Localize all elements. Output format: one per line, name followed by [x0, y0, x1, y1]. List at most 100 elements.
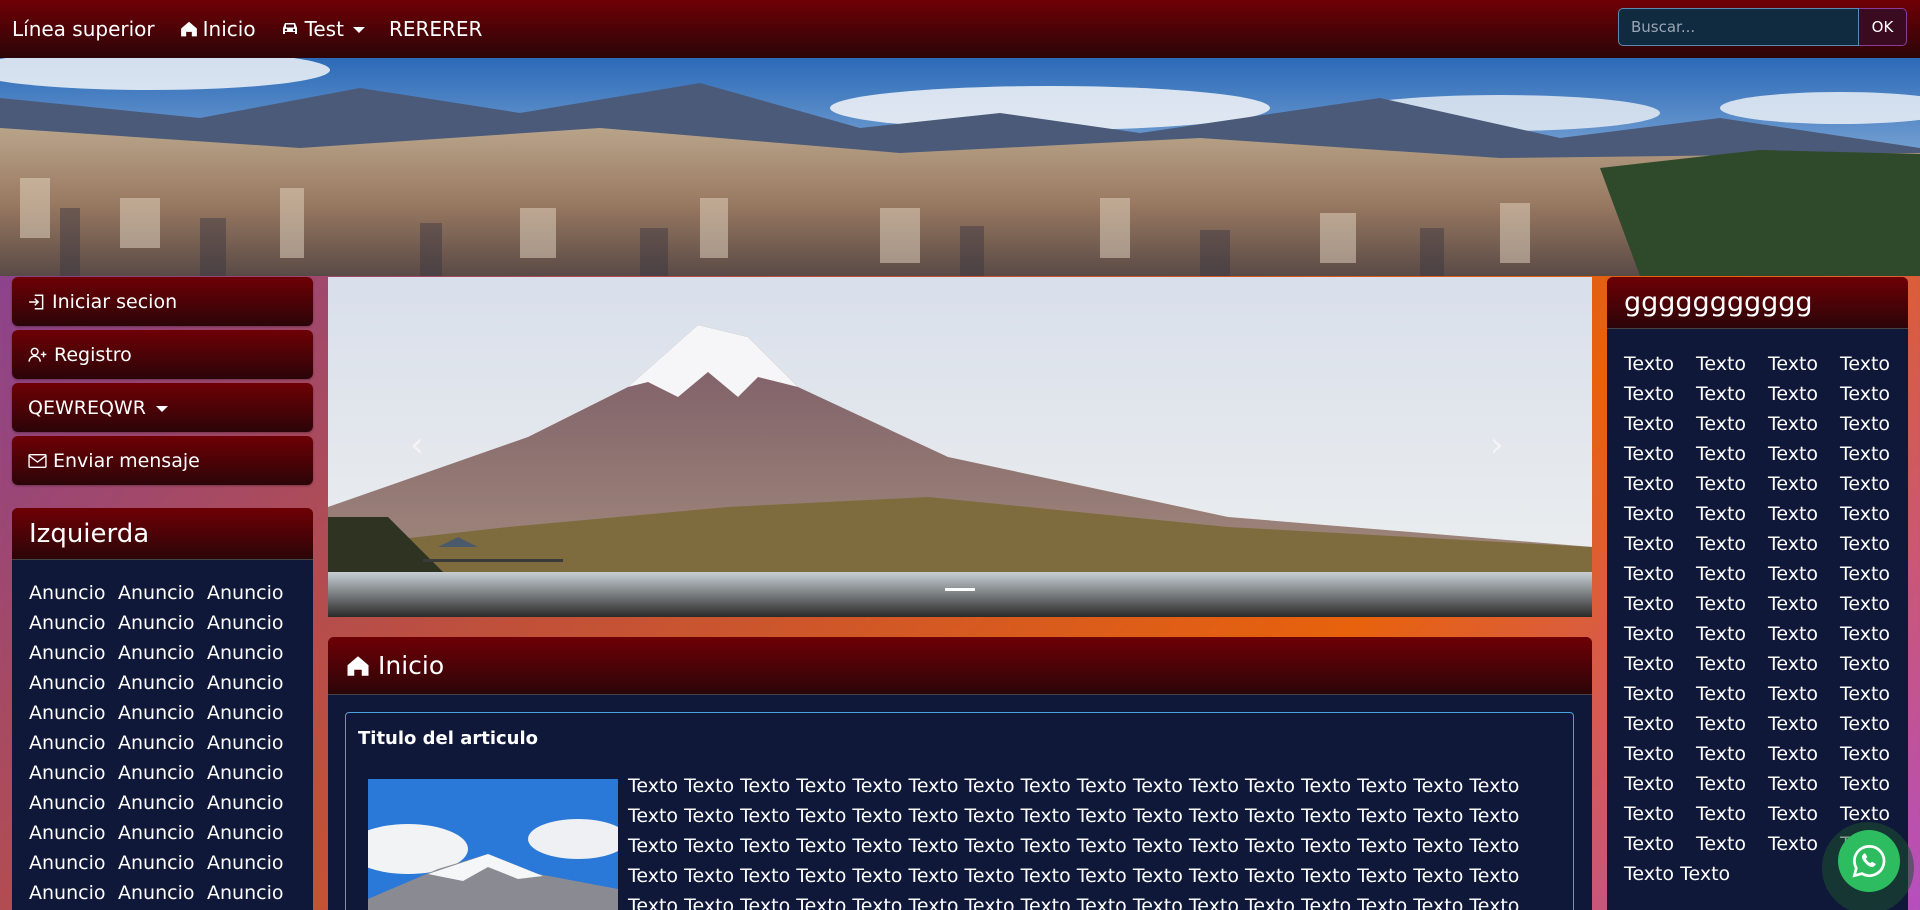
- nav-link-label: Inicio: [202, 17, 256, 41]
- texto-item: Texto: [1696, 773, 1747, 795]
- carousel-indicator[interactable]: [945, 588, 975, 591]
- person-add-icon: [28, 347, 47, 362]
- ad-item: Anuncio: [29, 732, 106, 754]
- carousel-slide-image: [328, 277, 1592, 617]
- texto-item: Texto: [1624, 743, 1675, 765]
- article-line: Texto Texto Texto Texto Texto Texto Text…: [628, 775, 1520, 797]
- envelope-icon: [28, 453, 47, 468]
- nav-link-label: Test: [304, 17, 344, 41]
- texto-item: Texto: [1768, 503, 1819, 525]
- texto-item: Texto: [1840, 383, 1891, 405]
- send-message-button[interactable]: Enviar mensaje: [12, 436, 313, 485]
- article-line: Texto Texto Texto Texto Texto Texto Text…: [628, 805, 1520, 827]
- texto-item: Texto: [1696, 443, 1747, 465]
- texto-item: Texto: [1840, 623, 1891, 645]
- ads-list: Anuncio Anuncio Anuncio Anuncio Anuncio Anunc…: [12, 560, 313, 907]
- ad-item: Anuncio: [118, 822, 195, 844]
- ad-item: Anuncio: [118, 852, 195, 874]
- texto-item: Texto: [1696, 833, 1747, 855]
- texto-item: Texto: [1624, 473, 1675, 495]
- carousel-next-icon[interactable]: ›: [1490, 425, 1510, 465]
- register-button[interactable]: Registro: [12, 330, 313, 379]
- ad-item: Anuncio: [207, 822, 284, 844]
- home-icon: [180, 21, 197, 37]
- texto-item: Texto: [1768, 623, 1819, 645]
- ad-item: Anuncio: [29, 702, 106, 724]
- ad-item: Anuncio: [118, 732, 195, 754]
- ad-item: Anuncio: [29, 582, 106, 604]
- send-message-label: Enviar mensaje: [53, 449, 200, 472]
- ad-item: Anuncio: [118, 762, 195, 784]
- ad-item: Anuncio: [29, 792, 106, 814]
- ad-item: Anuncio: [207, 852, 284, 874]
- ad-item: Anuncio: [207, 702, 284, 724]
- ad-item: Anuncio: [118, 642, 195, 664]
- texto-item: Texto: [1768, 473, 1819, 495]
- texto-item: Texto: [1696, 503, 1747, 525]
- texto-item: Texto: [1768, 383, 1819, 405]
- login-button[interactable]: Iniciar secion: [12, 277, 313, 326]
- search-input[interactable]: [1618, 8, 1859, 46]
- texto-item: Texto: [1624, 803, 1675, 825]
- ad-item: Anuncio: [118, 702, 195, 724]
- texto-list: Texto Texto Texto Texto Texto Texto Texto Texto…: [1607, 329, 1908, 859]
- texto-item: Texto: [1768, 713, 1819, 735]
- dropdown-label: QEWREQWR: [28, 396, 146, 419]
- header-banner-image: [0, 58, 1920, 276]
- ad-item: Anuncio: [29, 642, 106, 664]
- search-form: OK: [1618, 8, 1907, 46]
- article-line: Texto Texto Texto Texto Texto Texto Text…: [628, 865, 1520, 887]
- main-content-card: Inicio Titulo del articulo Texto Texto T…: [328, 637, 1592, 910]
- whatsapp-icon: [1852, 845, 1886, 878]
- texto-item: Texto: [1840, 473, 1891, 495]
- main-card-header: Inicio: [328, 637, 1592, 695]
- qewreqwr-dropdown[interactable]: QEWREQWR: [12, 383, 313, 432]
- texto-item: Texto: [1696, 623, 1747, 645]
- texto-item: Texto: [1624, 713, 1675, 735]
- caret-down-icon: [352, 27, 365, 33]
- texto-item: Texto: [1840, 353, 1891, 375]
- nav-link-inicio[interactable]: Inicio: [180, 17, 256, 41]
- home-icon: [347, 655, 369, 676]
- nav-link-test-dropdown[interactable]: Test: [280, 17, 365, 41]
- texto-item: Texto: [1624, 413, 1675, 435]
- ad-item: Anuncio: [118, 612, 195, 634]
- whatsapp-button[interactable]: [1838, 830, 1900, 892]
- texto-item: Texto: [1696, 383, 1747, 405]
- left-sidebar: Iniciar secion Registro QEWREQWR Enviar …: [12, 277, 313, 910]
- texto-item: Texto: [1768, 533, 1819, 555]
- main-card-title: Inicio: [378, 651, 445, 680]
- caret-down-icon: [155, 405, 168, 412]
- texto-item: Texto: [1840, 713, 1891, 735]
- texto-item: Texto: [1696, 593, 1747, 615]
- texto-item: Texto: [1624, 533, 1675, 555]
- nav-link-rererer[interactable]: RERERER: [389, 17, 483, 41]
- car-icon: [282, 23, 297, 34]
- search-button[interactable]: OK: [1859, 8, 1907, 46]
- texto-item: Texto: [1696, 473, 1747, 495]
- ad-item: Anuncio: [29, 672, 106, 694]
- texto-item: Texto: [1696, 653, 1747, 675]
- texto-item: Texto: [1624, 773, 1675, 795]
- texto-item: Texto: [1624, 653, 1675, 675]
- texto-item: Texto: [1768, 683, 1819, 705]
- ad-item: Anuncio: [207, 612, 284, 634]
- texto-item: Texto: [1840, 563, 1891, 585]
- texto-item: Texto: [1768, 353, 1819, 375]
- texto-item: Texto: [1696, 413, 1747, 435]
- texto-item: Texto: [1768, 653, 1819, 675]
- ad-item: Anuncio: [29, 882, 106, 904]
- carousel-prev-icon[interactable]: ‹: [410, 425, 430, 465]
- texto-item: Texto: [1624, 383, 1675, 405]
- right-card-title: ggggggggggg: [1607, 277, 1908, 329]
- ad-item: Anuncio: [207, 672, 284, 694]
- texto-item: Texto: [1624, 443, 1675, 465]
- texto-item: Texto: [1696, 713, 1747, 735]
- right-sidebar-card: ggggggggggg Texto Texto Texto Texto Texto Tex…: [1607, 277, 1908, 910]
- texto-item: Texto: [1696, 563, 1747, 585]
- navbar-brand[interactable]: Línea superior: [12, 17, 155, 41]
- ad-item: Anuncio: [207, 582, 284, 604]
- texto-item: Texto: [1840, 743, 1891, 765]
- texto-item: Texto: [1840, 533, 1891, 555]
- texto-item: Texto: [1768, 563, 1819, 585]
